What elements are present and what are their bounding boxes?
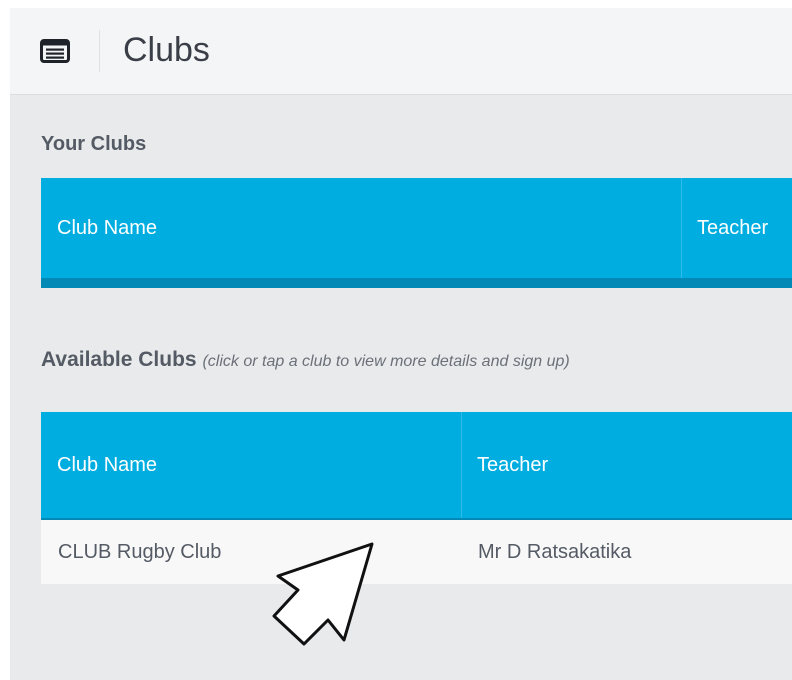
your-clubs-table-header: Club Name Teacher bbox=[41, 178, 792, 288]
club-row[interactable]: CLUB Rugby Club Mr D Ratsakatika bbox=[41, 520, 792, 584]
page-title: Clubs bbox=[123, 31, 210, 69]
available-clubs-hint: (click or tap a club to view more detail… bbox=[202, 353, 570, 370]
available-clubs-table-header: Club Name Teacher bbox=[41, 412, 792, 528]
column-header-club-name[interactable]: Club Name bbox=[41, 178, 681, 278]
header-divider bbox=[99, 30, 100, 72]
available-clubs-title: Available Clubs bbox=[41, 348, 197, 371]
app-frame: Clubs Your Clubs Club Name Teacher Avail… bbox=[10, 8, 792, 680]
column-header-club-name[interactable]: Club Name bbox=[41, 412, 461, 518]
teacher-cell[interactable]: Mr D Ratsakatika bbox=[461, 520, 792, 584]
club-name-cell[interactable]: CLUB Rugby Club bbox=[41, 520, 461, 584]
page-header: Clubs bbox=[10, 8, 792, 95]
pointer-arrow-icon bbox=[272, 542, 374, 646]
your-clubs-title: Your Clubs bbox=[41, 133, 147, 155]
column-header-teacher[interactable]: Teacher bbox=[681, 178, 792, 278]
list-card-icon bbox=[40, 39, 70, 63]
available-clubs-heading: Available Clubs (click or tap a club to … bbox=[41, 348, 570, 372]
column-header-teacher[interactable]: Teacher bbox=[461, 412, 792, 518]
